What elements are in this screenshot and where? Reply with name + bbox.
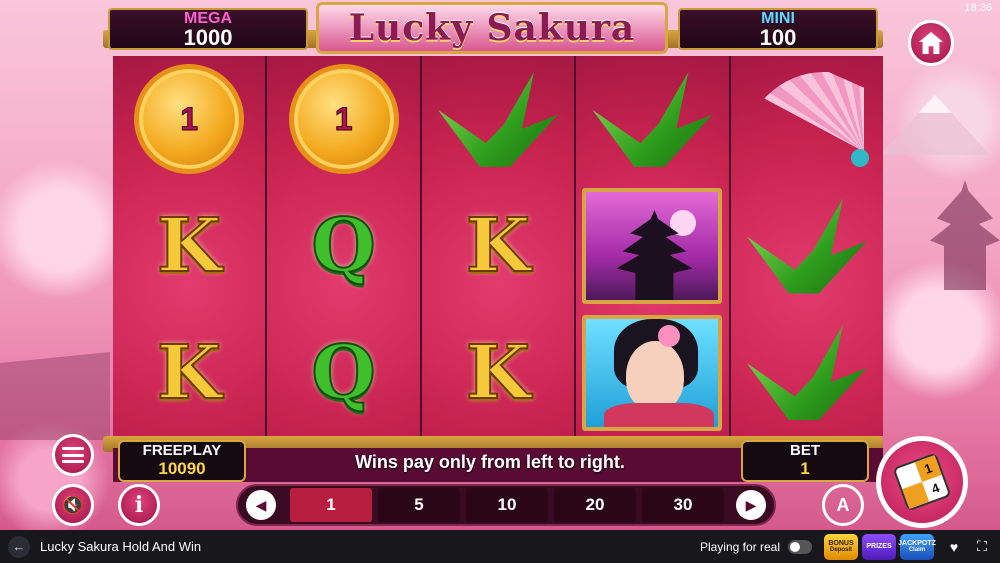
symbol-cell: Q [267, 183, 419, 310]
fullscreen-icon[interactable]: ⛶ [970, 538, 994, 555]
bet-prev-button[interactable]: ◀ [246, 490, 276, 520]
info-button[interactable]: i [118, 484, 160, 526]
symbol-cell [576, 183, 728, 310]
bet-value: 1 [800, 459, 810, 478]
symbol-q: Q [310, 329, 376, 416]
symbol-q: Q [310, 203, 376, 289]
symbol-cell [731, 56, 883, 183]
symbol-crane-icon [746, 325, 867, 421]
symbol-cell: K [422, 309, 574, 436]
house-background [0, 352, 110, 440]
symbol-crane-icon [746, 198, 867, 294]
freeplay-value: 10090 [158, 459, 206, 478]
symbol-cell [731, 309, 883, 436]
info-icon: i [134, 492, 144, 518]
autoplay-icon: A [836, 494, 850, 515]
menu-icon [62, 447, 84, 463]
menu-button[interactable] [52, 434, 94, 476]
browser-footer: ← Lucky Sakura Hold And Win Playing for … [0, 530, 1000, 563]
heart-icon[interactable]: ♥ [942, 539, 966, 555]
symbol-k: K [465, 203, 531, 289]
bet-next-button[interactable]: ▶ [736, 490, 766, 520]
triangle-right-icon: ▶ [745, 496, 757, 513]
clock: 18:36 [964, 2, 992, 14]
playing-for-real-label: Playing for real [699, 539, 780, 554]
bet-display: BET 1 [741, 440, 869, 482]
symbol-k: K [156, 329, 222, 416]
back-button[interactable]: ← [8, 535, 30, 558]
symbol-cell: Q [267, 309, 419, 436]
symbol-crane-icon [438, 71, 559, 167]
game-logo-text: Lucky Sakura [348, 7, 636, 49]
bet-label: BET [790, 442, 820, 459]
pagoda-background [930, 180, 1000, 290]
prizes-button[interactable]: PRIZES [862, 533, 896, 560]
sound-muted-icon: 🔇 [61, 494, 85, 515]
reel-5 [730, 56, 884, 436]
freeplay-balance: FREEPLAY 10090 [118, 440, 246, 482]
sound-toggle-button[interactable]: 🔇 [52, 484, 94, 526]
symbol-cell [576, 56, 728, 183]
symbol-cell [576, 309, 728, 436]
symbol-k: K [156, 203, 222, 289]
bet-option-5[interactable]: 5 [378, 488, 460, 522]
autoplay-button[interactable]: A [822, 484, 864, 526]
footer-game-title: Lucky Sakura Hold And Win [40, 539, 202, 554]
home-icon [919, 32, 943, 54]
mini-jackpot: MINI 100 [678, 8, 878, 50]
bet-option-30[interactable]: 30 [642, 488, 724, 522]
footer-actions: Playing for real BONUS Deposit PRIZES JAC… [700, 530, 1000, 563]
symbol-cell [422, 56, 574, 183]
bonus-deposit-button[interactable]: BONUS Deposit [824, 533, 858, 560]
bet-option-20[interactable]: 20 [554, 488, 636, 522]
triangle-left-icon: ◀ [255, 496, 267, 513]
reel-3: KK [421, 56, 575, 436]
symbol-coin: 1 [134, 64, 245, 175]
reels-grid: 1KK1QQKK [113, 56, 884, 436]
mini-jackpot-value: 100 [759, 25, 797, 50]
symbol-cell: K [113, 183, 265, 310]
wins-message: Wins pay only from left to right. [355, 452, 625, 472]
mega-jackpot-value: 1000 [183, 25, 233, 50]
bet-option-10[interactable]: 10 [466, 488, 548, 522]
symbol-temple [582, 188, 723, 304]
mountain-background [880, 95, 990, 155]
symbol-fan-icon [744, 72, 870, 167]
symbol-cell [731, 183, 883, 310]
arrow-left-icon: ← [12, 539, 26, 554]
spin-button[interactable]: 1 4 [876, 436, 968, 528]
symbol-cell: K [422, 183, 574, 310]
dice-icon: 1 4 [892, 452, 952, 512]
reel-1: 1 KK [113, 56, 266, 436]
bet-option-1[interactable]: 1 [290, 488, 372, 522]
symbol-k: K [465, 329, 531, 416]
game-logo: Lucky Sakura [316, 2, 668, 54]
symbol-geisha [582, 314, 723, 431]
symbol-crane-icon [592, 71, 713, 167]
home-button[interactable] [908, 20, 954, 66]
mega-jackpot: MEGA 1000 [108, 8, 308, 50]
playing-for-real-toggle[interactable] [788, 539, 812, 554]
jackpotz-claim-button[interactable]: JACKPOTZ Claim [898, 533, 936, 560]
symbol-cell: K [113, 309, 265, 436]
symbol-coin: 1 [288, 64, 399, 175]
symbol-cell: 1 [113, 56, 265, 183]
reel-2: 1 QQ [267, 56, 420, 436]
reel-4 [576, 56, 729, 436]
symbol-cell: 1 [267, 56, 419, 183]
game-canvas: 18:36 MEGA 1000 Lucky Sakura MINI 100 1K… [0, 0, 1000, 530]
freeplay-label: FREEPLAY [142, 442, 222, 459]
